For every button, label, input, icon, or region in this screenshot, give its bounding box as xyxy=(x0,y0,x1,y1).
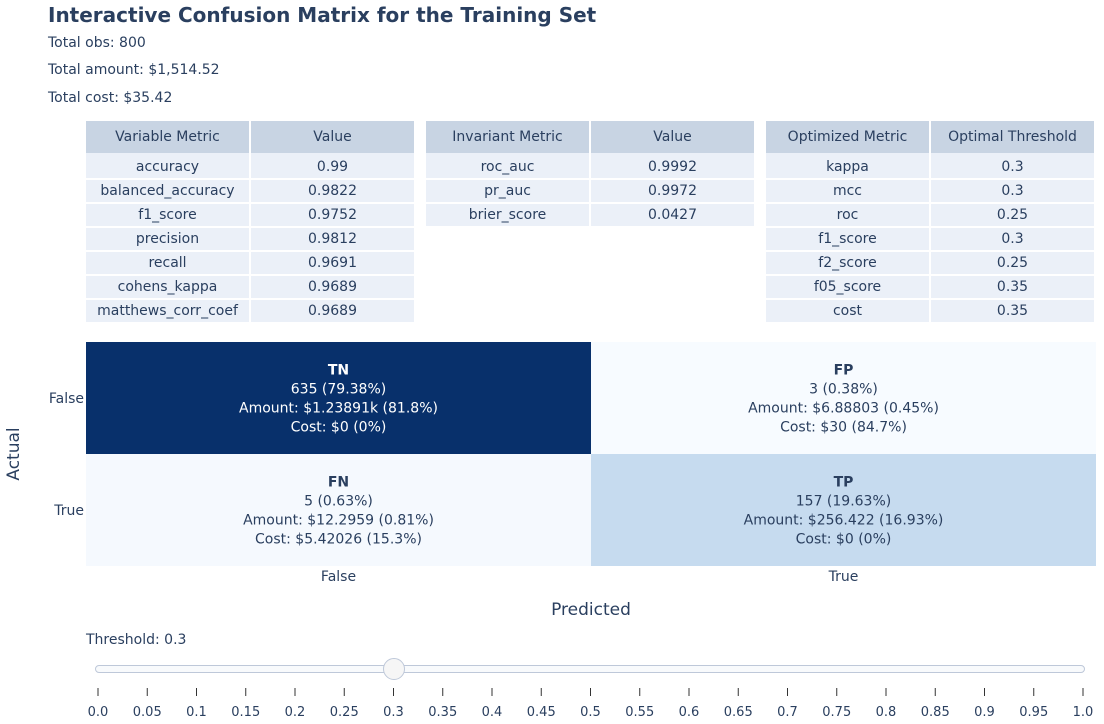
cell-label: TP xyxy=(834,475,854,491)
heatmap-cell-fn xyxy=(86,454,591,566)
cell-annotation: 157 (19.63%) xyxy=(796,494,891,510)
cell-annotation: Cost: $30 (84.7%) xyxy=(780,420,907,436)
cell-annotation: Cost: $5.42026 (15.3%) xyxy=(255,532,422,548)
heatmap-cell-tp xyxy=(591,454,1096,566)
cell-annotation: 5 (0.63%) xyxy=(304,494,373,510)
cell-annotation: Cost: $0 (0%) xyxy=(796,532,892,548)
cell-annotation: Amount: $12.2959 (0.81%) xyxy=(243,513,434,529)
y-tick-label: False xyxy=(49,391,84,407)
x-tick-label: True xyxy=(828,569,859,585)
threshold-label: Threshold: 0.3 xyxy=(86,632,187,648)
cell-annotation: Amount: $1.23891k (81.8%) xyxy=(239,401,438,417)
cell-label: FN xyxy=(328,475,349,491)
cell-annotation: Cost: $0 (0%) xyxy=(291,420,387,436)
x-tick-label: False xyxy=(321,569,356,585)
confusion-matrix-heatmap: TN 635 (79.38%) Amount: $1.23891k (81.8%) C… xyxy=(4,342,1096,620)
threshold-slider-handle[interactable] xyxy=(382,658,405,680)
y-axis-title: Actual xyxy=(4,427,24,480)
y-tick-label: True xyxy=(53,503,84,519)
cell-label: TN xyxy=(328,363,349,379)
threshold-slider-rail[interactable] xyxy=(95,665,1085,673)
cell-annotation: Amount: $6.88803 (0.45%) xyxy=(748,401,939,417)
cell-label: FP xyxy=(834,363,854,379)
cell-annotation: 635 (79.38%) xyxy=(291,382,386,398)
heatmap-cell-tn xyxy=(86,342,591,454)
heatmap-cell-fp xyxy=(591,342,1096,454)
x-axis-title: Predicted xyxy=(551,600,631,620)
cell-annotation: Amount: $256.422 (16.93%) xyxy=(744,513,944,529)
cell-annotation: 3 (0.38%) xyxy=(809,382,878,398)
